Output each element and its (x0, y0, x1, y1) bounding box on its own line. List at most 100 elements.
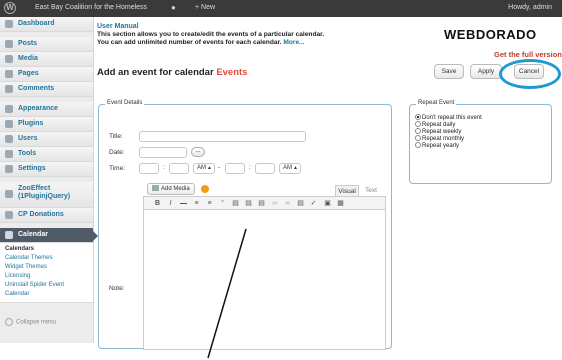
radio-label: Repeat yearly (422, 143, 460, 149)
align-center-icon[interactable]: ▤ (245, 200, 252, 207)
submenu-item-calendar-themes[interactable]: Calendar Themes (0, 254, 93, 263)
radio-no-repeat[interactable]: Don't repeat this event (415, 114, 482, 121)
spellcheck-icon[interactable]: ✓ (310, 200, 317, 207)
note-editor-area[interactable] (143, 210, 386, 350)
radio-daily[interactable]: Repeat daily (415, 121, 455, 128)
manual-description-line2: You can add unlimited number of events f… (97, 39, 305, 46)
link-icon[interactable]: ∞ (271, 200, 278, 207)
pin-icon (5, 40, 13, 48)
date-label: Date: (109, 149, 125, 156)
collapse-menu-button[interactable]: Collapse menu (5, 318, 56, 326)
sidebar-item-posts[interactable]: Posts (0, 37, 93, 52)
bullet-list-icon[interactable]: ≡ (193, 200, 200, 207)
time-label: Time: (109, 165, 126, 172)
strikethrough-icon[interactable]: — (180, 200, 187, 207)
repeat-event-fieldset: Repeat Event Don't repeat this event Rep… (409, 100, 552, 184)
sidebar-item-label: Dashboard (18, 20, 55, 27)
start-hour-input[interactable] (139, 163, 159, 174)
date-input[interactable] (139, 147, 187, 158)
wordpress-logo-icon[interactable]: W (4, 2, 16, 14)
bold-icon[interactable]: B (154, 200, 161, 207)
time-dash: - (218, 164, 221, 171)
fullscreen-icon[interactable]: ▣ (324, 200, 331, 207)
sidebar-item-cp-donations[interactable]: CP Donations (0, 208, 93, 223)
calendar-icon (5, 231, 13, 239)
event-details-legend: Event Details (105, 100, 145, 106)
sidebar-item-label: ZooEffect (1PluginjQuery) (18, 185, 71, 200)
start-minute-input[interactable] (169, 163, 189, 174)
plugin-icon (5, 190, 13, 198)
more-link[interactable]: More... (283, 39, 304, 46)
start-ampm-value: AM (197, 165, 206, 171)
radio-icon (415, 128, 421, 134)
title-input[interactable] (139, 131, 306, 142)
tab-text[interactable]: Text (362, 185, 380, 196)
unlink-icon[interactable]: ∞ (284, 200, 291, 207)
start-ampm-select[interactable]: AM ▲ (193, 163, 215, 174)
radio-icon (415, 135, 421, 141)
annotation-circle (499, 59, 561, 89)
speech-bubble-icon[interactable]: ● (171, 3, 176, 12)
tools-icon (5, 150, 13, 158)
annotation-pen-line (207, 228, 247, 359)
more-tag-icon[interactable]: ▤ (297, 200, 304, 207)
editor-toolbar: B I — ≡ ≡ “ ▤ ▤ ▤ ∞ ∞ ▤ ✓ ▣ ▦ (143, 196, 386, 210)
sidebar-item-media[interactable]: Media (0, 52, 93, 67)
radio-icon (415, 121, 421, 127)
sidebar-item-comments[interactable]: Comments (0, 82, 93, 97)
sidebar-item-label: Calendar (18, 231, 48, 238)
align-left-icon[interactable]: ▤ (232, 200, 239, 207)
user-manual-link[interactable]: User Manual (97, 23, 139, 30)
webdorado-logo[interactable]: WEBDORADO (444, 27, 537, 42)
plugin-icon (5, 211, 13, 219)
sidebar-item-calendar[interactable]: Calendar (0, 228, 98, 243)
title-label: Title: (109, 133, 123, 140)
select-arrows-icon: ▲ (293, 165, 298, 171)
full-version-link[interactable]: Get the full version (494, 50, 562, 59)
sidebar-item-users[interactable]: Users (0, 132, 93, 147)
new-content-link[interactable]: + New (195, 4, 215, 11)
end-minute-input[interactable] (255, 163, 275, 174)
time-colon: : (249, 164, 251, 171)
calendar-submenu: Calendars Calendar Themes Widget Themes … (0, 243, 93, 303)
collapse-menu-label: Collapse menu (16, 319, 57, 326)
sidebar-item-appearance[interactable]: Appearance (0, 102, 93, 117)
select-arrows-icon: ▲ (207, 165, 212, 171)
submenu-item-uninstall[interactable]: Uninstall Spider Event Calendar (0, 281, 89, 299)
sidebar-item-label: Comments (18, 85, 55, 92)
sidebar-item-pages[interactable]: Pages (0, 67, 93, 82)
tab-visual[interactable]: Visual (335, 185, 359, 196)
plugin-orange-icon[interactable] (201, 185, 209, 193)
submenu-item-licensing[interactable]: Licensing (0, 272, 93, 281)
date-picker-button[interactable]: ... (191, 147, 205, 157)
radio-yearly[interactable]: Repeat yearly (415, 142, 459, 149)
sidebar-item-plugins[interactable]: Plugins (0, 117, 93, 132)
add-media-button[interactable]: Add Media (147, 183, 195, 195)
numbered-list-icon[interactable]: ≡ (206, 200, 213, 207)
save-button[interactable]: Save (434, 64, 464, 79)
radio-selected-icon (415, 114, 421, 120)
site-name-link[interactable]: East Bay Coalition for the Homeless (35, 4, 147, 11)
end-ampm-select[interactable]: AM ▲ (279, 163, 301, 174)
apply-button[interactable]: Apply (470, 64, 502, 79)
submenu-item-widget-themes[interactable]: Widget Themes (0, 263, 93, 272)
howdy-user-link[interactable]: Howdy, admin (508, 4, 552, 11)
sidebar-item-settings[interactable]: Settings (0, 162, 93, 177)
end-hour-input[interactable] (225, 163, 245, 174)
manual-description-line1: This section allows you to create/edit t… (97, 31, 325, 38)
submenu-item-calendars[interactable]: Calendars (0, 245, 93, 254)
sidebar-item-label: Users (18, 135, 38, 142)
blockquote-icon[interactable]: “ (219, 200, 226, 207)
italic-icon[interactable]: I (167, 200, 174, 207)
sidebar-item-label: Plugins (18, 120, 44, 127)
sidebar-item-tools[interactable]: Tools (0, 147, 93, 162)
sidebar-item-dashboard[interactable]: Dashboard (0, 17, 93, 32)
radio-monthly[interactable]: Repeat monthly (415, 135, 464, 142)
kitchen-sink-icon[interactable]: ▦ (337, 200, 344, 207)
admin-bar: W East Bay Coalition for the Homeless ● … (0, 0, 562, 17)
radio-weekly[interactable]: Repeat weekly (415, 128, 461, 135)
align-right-icon[interactable]: ▤ (258, 200, 265, 207)
pages-icon (5, 70, 13, 78)
sidebar-item-label: Media (18, 55, 38, 62)
sidebar-item-zooeffect[interactable]: ZooEffect (1PluginjQuery) (0, 182, 93, 208)
